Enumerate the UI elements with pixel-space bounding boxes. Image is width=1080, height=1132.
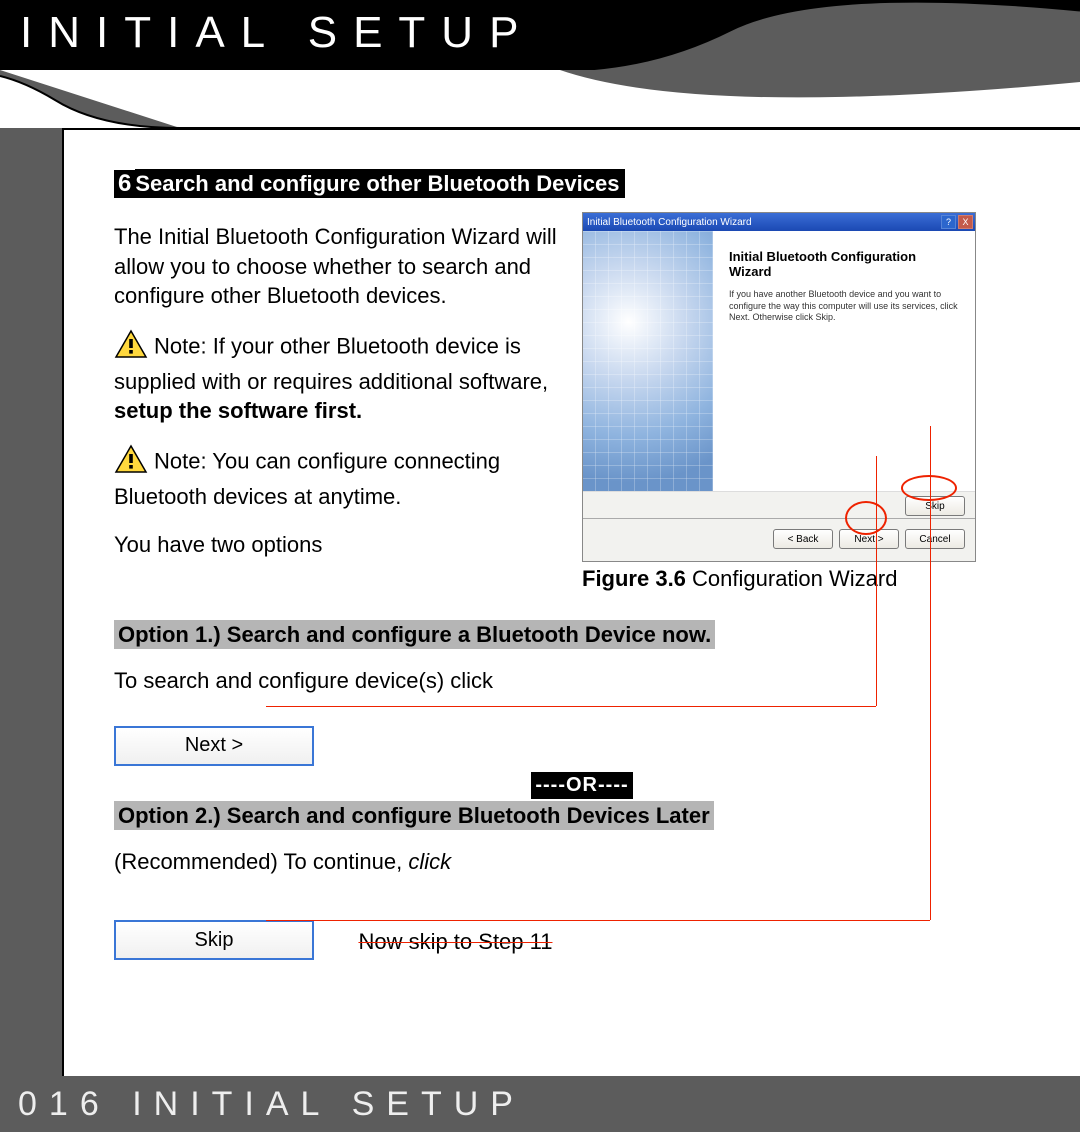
connector-line (876, 456, 877, 706)
or-divider: ----OR---- (531, 772, 632, 799)
wizard-dialog: Initial Bluetooth Configuration Wizard ?… (582, 212, 976, 562)
wizard-cancel-button[interactable]: Cancel (905, 529, 965, 549)
option-2-line: (Recommended) To continue, click (114, 847, 1050, 877)
content-area: 6Search and configure other Bluetooth De… (62, 128, 1080, 1098)
header-bar: Initial Setup (0, 0, 1080, 70)
help-icon[interactable]: ? (941, 215, 956, 229)
option-2-prefix: (Recommended) To continue, (114, 849, 408, 874)
wizard-titlebar-text: Initial Bluetooth Configuration Wizard (587, 217, 752, 228)
figure-caption: Figure 3.6 Configuration Wizard (582, 566, 1002, 592)
close-icon[interactable]: X (958, 215, 973, 229)
sub-header (0, 70, 1080, 128)
note-2: Note: You can configure connecting Bluet… (114, 444, 564, 511)
skip-step-note: Now skip to Step 11 (358, 929, 552, 954)
wizard-next-button[interactable]: Next > (839, 529, 899, 549)
skip-button[interactable]: Skip (114, 920, 314, 960)
warning-icon (114, 329, 148, 367)
footer-text: 016 Initial Setup (18, 1085, 525, 1124)
intro-text-column: The Initial Bluetooth Configuration Wiza… (114, 212, 564, 559)
wizard-heading: Initial Bluetooth Configuration Wizard (729, 249, 961, 279)
step-number: 6 (114, 170, 135, 198)
note-1: Note: If your other Bluetooth device is … (114, 329, 564, 426)
note-1-text: Note: If your other Bluetooth device is … (114, 334, 548, 394)
figure-column: Initial Bluetooth Configuration Wizard ?… (582, 212, 1002, 592)
figure-caption-bold: Figure 3.6 (582, 566, 686, 591)
option-2-italic: click (408, 849, 451, 874)
option-1-line: To search and configure device(s) click (114, 666, 1050, 696)
note-2-text: Note: You can configure connecting Bluet… (114, 449, 500, 509)
connector-line (266, 920, 930, 921)
option-2-heading: Option 2.) Search and configure Bluetoot… (114, 801, 714, 830)
connector-line (266, 706, 876, 707)
step-title: Search and configure other Bluetooth Dev… (135, 169, 625, 198)
page-title: Initial Setup (20, 8, 534, 58)
wizard-titlebar: Initial Bluetooth Configuration Wizard ?… (583, 213, 975, 231)
wizard-body-text: If you have another Bluetooth device and… (729, 289, 961, 324)
header-curve (560, 0, 1080, 70)
side-bar (0, 128, 62, 1132)
note-1-bold: setup the software first. (114, 398, 362, 423)
next-button[interactable]: Next > (114, 726, 314, 766)
wizard-skip-button[interactable]: Skip (905, 496, 965, 516)
connector-line (930, 426, 931, 920)
step-heading-row: 6Search and configure other Bluetooth De… (114, 170, 1050, 198)
warning-icon (114, 444, 148, 482)
wizard-globe-image (583, 231, 713, 491)
option-1-heading: Option 1.) Search and configure a Blueto… (114, 620, 715, 649)
intro-paragraph: The Initial Bluetooth Configuration Wiza… (114, 222, 564, 311)
two-options-line: You have two options (114, 530, 564, 560)
footer-page: 016 (18, 1085, 111, 1123)
wizard-back-button[interactable]: < Back (773, 529, 833, 549)
footer-bar: 016 Initial Setup (0, 1076, 1080, 1132)
footer-label: Initial Setup (132, 1085, 525, 1123)
figure-caption-rest: Configuration Wizard (686, 566, 898, 591)
